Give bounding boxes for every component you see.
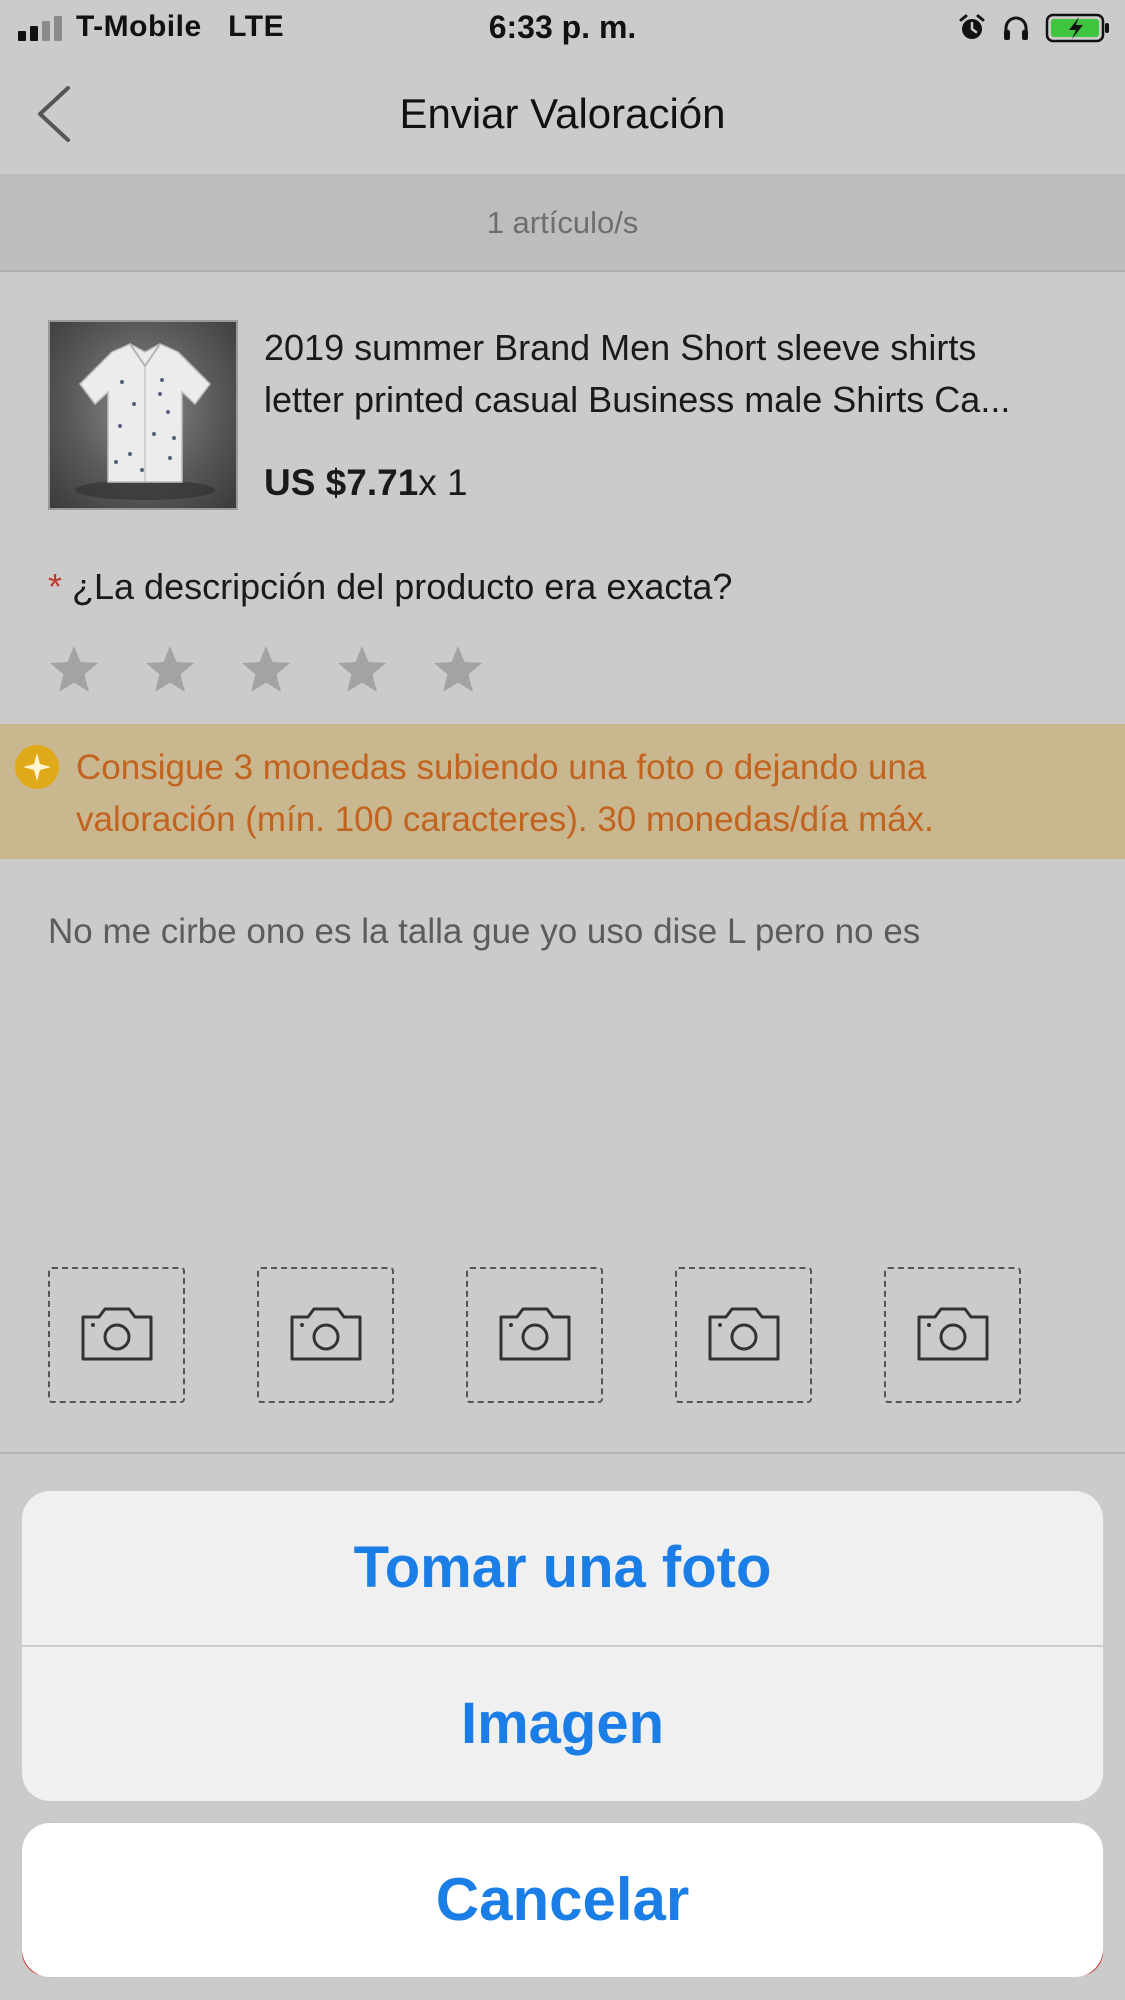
page-title: Enviar Valoración (399, 90, 726, 137)
coins-banner-line-1: Consigue 3 monedas subiendo una foto o d… (76, 748, 927, 787)
items-count-bar: 1 artículo/s (0, 174, 1125, 272)
review-textarea[interactable]: No me cirbe ono es la talla gue yo uso d… (48, 912, 1088, 952)
add-photo-slot[interactable] (48, 1267, 185, 1403)
camera-icon (497, 1303, 573, 1368)
product-title-line-2: letter printed casual Business male Shir… (264, 379, 1011, 420)
camera-icon (915, 1303, 991, 1368)
status-icons (957, 12, 1111, 44)
camera-icon (706, 1303, 782, 1368)
add-photo-slot[interactable] (675, 1267, 812, 1403)
product-title[interactable]: 2019 summer Brand Men Short sleeve shirt… (264, 322, 1094, 426)
coins-banner-text: Consigue 3 monedas subiendo una foto o d… (76, 742, 1106, 846)
star-rating (48, 644, 484, 699)
camera-icon (288, 1303, 364, 1368)
add-photo-slot[interactable] (884, 1267, 1021, 1403)
battery-charging-icon (1045, 13, 1109, 43)
star-icon[interactable] (48, 644, 100, 699)
star-icon[interactable] (240, 644, 292, 699)
alarm-icon (959, 14, 985, 39)
photo-upload-slots (48, 1267, 1021, 1403)
status-bar: T-Mobile LTE 6:33 p. m. (0, 0, 1125, 56)
star-icon[interactable] (144, 644, 196, 699)
product-price: US $7.71 (264, 462, 419, 503)
required-mark: * (48, 566, 63, 607)
coins-banner: Consigue 3 monedas subiendo una foto o d… (0, 724, 1125, 859)
rating-question-text: ¿La descripción del producto era exacta? (72, 566, 733, 607)
items-count-label: 1 artículo/s (486, 205, 639, 240)
cancel-button[interactable]: Cancelar (22, 1823, 1103, 1977)
divider (0, 1452, 1125, 1454)
product-price-row: US $7.71x 1 (264, 462, 468, 504)
camera-icon (79, 1303, 155, 1368)
take-photo-button[interactable]: Tomar una foto (22, 1491, 1103, 1645)
product-title-line-1: 2019 summer Brand Men Short sleeve shirt… (264, 327, 977, 368)
product-quantity: x 1 (418, 462, 468, 503)
coin-icon (15, 745, 59, 789)
add-photo-slot[interactable] (257, 1267, 394, 1403)
star-icon[interactable] (336, 644, 388, 699)
rating-question: * ¿La descripción del producto era exacta… (48, 566, 732, 608)
navigation-bar: Enviar Valoración (0, 56, 1125, 174)
product-thumbnail (48, 320, 238, 510)
coins-banner-line-2: valoración (mín. 100 caracteres). 30 mon… (76, 800, 934, 839)
add-photo-slot[interactable] (466, 1267, 603, 1403)
headphones-icon (1004, 16, 1028, 40)
choose-image-button[interactable]: Imagen (22, 1647, 1103, 1801)
shirt-image (75, 343, 215, 500)
star-icon[interactable] (432, 644, 484, 699)
action-sheet: Tomar una foto Imagen (22, 1491, 1103, 1801)
